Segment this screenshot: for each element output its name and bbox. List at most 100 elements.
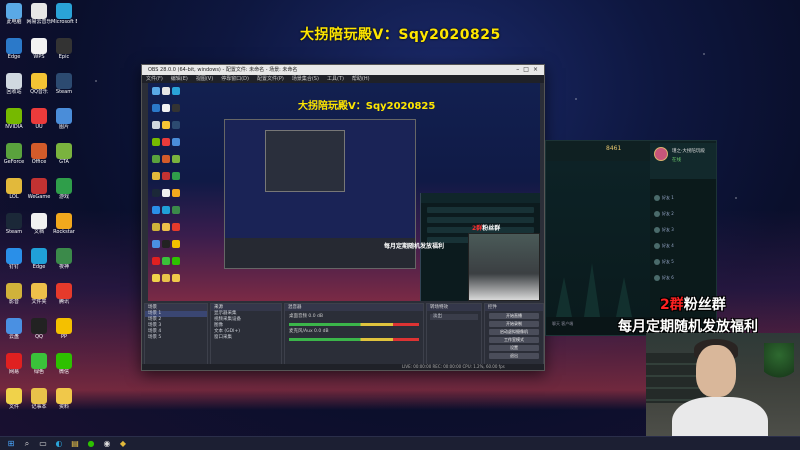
obs-titlebar[interactable]: OBS 28.0.0 (64-bit, windows) - 配置文件: 未命名…: [142, 65, 544, 75]
desktop-shortcut-label: 文件: [8, 404, 19, 410]
obs-control-button[interactable]: 开始录制: [489, 321, 539, 327]
desktop-shortcut[interactable]: NVIDIA: [1, 108, 27, 138]
obs-menu-item[interactable]: 视图(V): [196, 76, 213, 82]
desktop-shortcut-label: 文件夹: [31, 299, 47, 305]
desktop-shortcut[interactable]: 记事本: [26, 388, 52, 418]
windows-start-icon[interactable]: ⊞: [6, 439, 16, 449]
search-icon[interactable]: ⌕: [22, 439, 32, 449]
desktop-shortcut-label: 钉钉: [8, 264, 19, 270]
desktop-shortcut[interactable]: LOL: [1, 178, 27, 208]
desktop-shortcut[interactable]: 微信: [51, 353, 77, 383]
friend-list-item[interactable]: 好友 3: [654, 219, 712, 233]
desktop-shortcut[interactable]: 影音: [1, 283, 27, 313]
folder-icon: [31, 283, 47, 299]
window-controls[interactable]: –□×: [516, 65, 542, 75]
preview-app-icon: [152, 155, 160, 163]
obs-menu-item[interactable]: 帮助(H): [352, 76, 370, 82]
explorer-icon[interactable]: ▤: [70, 439, 80, 449]
friend-name: 好友 3: [662, 226, 674, 232]
desktop-shortcut[interactable]: GeForce: [1, 143, 27, 173]
app-icon: [6, 143, 22, 159]
desktop-shortcut[interactable]: 网易云音乐: [26, 3, 52, 33]
desktop-shortcut[interactable]: Epic: [51, 38, 77, 68]
desktop-shortcut[interactable]: 文档: [26, 213, 52, 243]
obs-menu-item[interactable]: 配置文件(P): [257, 76, 284, 82]
preview-edge-icon: [162, 206, 170, 214]
desktop-shortcut[interactable]: Edge: [1, 38, 27, 68]
obs-menu-item[interactable]: 工具(T): [327, 76, 344, 82]
obs-control-button[interactable]: 启动虚拟摄像机: [489, 329, 539, 335]
desktop-shortcut[interactable]: Steam: [51, 73, 77, 103]
desktop-shortcut[interactable]: Office: [26, 143, 52, 173]
desktop-shortcut-label: WPS: [33, 54, 45, 60]
edge-icon[interactable]: ◐: [54, 439, 64, 449]
desktop-shortcut[interactable]: 云盘: [1, 318, 27, 348]
obs-control-button[interactable]: 设置: [489, 345, 539, 351]
friend-list-item[interactable]: 好友 5: [654, 251, 712, 265]
desktop-shortcut[interactable]: 文件: [1, 388, 27, 418]
desktop-shortcut[interactable]: PP: [51, 318, 77, 348]
obs-menu-item[interactable]: 停靠窗口(D): [221, 76, 249, 82]
desktop-shortcut[interactable]: Steam: [1, 213, 27, 243]
friend-list-item[interactable]: 好友 1: [654, 187, 712, 201]
maximize-icon[interactable]: □: [523, 66, 533, 73]
mixer-channel-label: 桌面音频 0.0 dB: [289, 314, 323, 319]
mixer-channel[interactable]: 麦克风/Aux 0.0 dB: [285, 328, 423, 341]
obs-menu-item[interactable]: 场景集合(S): [292, 76, 319, 82]
desktop-shortcut[interactable]: 夜神: [51, 248, 77, 278]
close-icon[interactable]: ×: [533, 66, 542, 73]
app-icon: [6, 248, 22, 264]
app-icon: [56, 283, 72, 299]
client-profile[interactable]: 瑾之·大拐陪玩殿 在线: [650, 143, 716, 179]
scene-item[interactable]: 场景 5: [145, 335, 207, 341]
obs-icon[interactable]: ◉: [102, 439, 112, 449]
desktop-shortcut-label: 影音: [8, 299, 19, 305]
desktop-shortcut[interactable]: 图片: [51, 108, 77, 138]
folder-icon: [6, 388, 22, 404]
desktop-shortcut[interactable]: Rockstar: [51, 213, 77, 243]
friend-list-item[interactable]: 好友 2: [654, 203, 712, 217]
lol-icon[interactable]: ◆: [118, 439, 128, 449]
desktop-shortcut[interactable]: 此电脑: [1, 3, 27, 33]
desktop-shortcut[interactable]: Microsoft Edge: [51, 3, 77, 33]
source-item[interactable]: 窗口采集: [211, 335, 281, 341]
desktop-shortcut[interactable]: 资料: [51, 388, 77, 418]
app-icon: [6, 353, 22, 369]
obs-control-button[interactable]: 退出: [489, 353, 539, 359]
friend-list-item[interactable]: 好友 4: [654, 235, 712, 249]
desktop-shortcut[interactable]: 回收站: [1, 73, 27, 103]
desktop-shortcut[interactable]: Edge: [26, 248, 52, 278]
desktop-shortcut[interactable]: 网易: [1, 353, 27, 383]
desktop-shortcut[interactable]: 腾讯: [51, 283, 77, 313]
desktop-shortcut[interactable]: WPS: [26, 38, 52, 68]
desktop-shortcut[interactable]: WeGame: [26, 178, 52, 208]
transition-select[interactable]: 淡出: [430, 314, 478, 320]
task-view-icon[interactable]: ▭: [38, 439, 48, 449]
desktop-shortcut[interactable]: QQ: [26, 318, 52, 348]
preview-qq-icon: [162, 240, 170, 248]
desktop-shortcut[interactable]: 游戏: [51, 178, 77, 208]
mixer-channel[interactable]: 桌面音频 0.0 dB: [285, 313, 423, 326]
desktop-shortcut[interactable]: GTA: [51, 143, 77, 173]
desktop-shortcut[interactable]: 文件夹: [26, 283, 52, 313]
volume-meter[interactable]: [289, 338, 419, 341]
desktop-shortcut-label: 此电脑: [6, 19, 22, 25]
friend-list-item[interactable]: 好友 6: [654, 267, 712, 281]
obs-control-button[interactable]: 开始直播: [489, 313, 539, 319]
obs-menu-item[interactable]: 编辑(E): [171, 76, 188, 82]
obs-control-button[interactable]: 工作室模式: [489, 337, 539, 343]
obs-preview[interactable]: 大拐陪玩殿V：Sqy2020825 2群粉丝群 每月定期随机发放福利: [148, 83, 540, 301]
preview-app-icon: [152, 206, 160, 214]
desktop-shortcut[interactable]: UU: [26, 108, 52, 138]
desktop-shortcut-label: Steam: [5, 229, 23, 235]
avatar[interactable]: [654, 147, 668, 161]
wechat-icon[interactable]: ●: [86, 439, 96, 449]
preview-desktop-icons: [152, 87, 186, 301]
desktop-shortcut[interactable]: 钉钉: [1, 248, 27, 278]
obs-window[interactable]: OBS 28.0.0 (64-bit, windows) - 配置文件: 未命名…: [141, 64, 545, 371]
volume-meter[interactable]: [289, 323, 419, 326]
obs-menu-item[interactable]: 文件(F): [146, 76, 163, 82]
desktop-shortcut[interactable]: 绿色: [26, 353, 52, 383]
desktop-shortcut[interactable]: QQ音乐: [26, 73, 52, 103]
preview-app-icon: [162, 172, 170, 180]
